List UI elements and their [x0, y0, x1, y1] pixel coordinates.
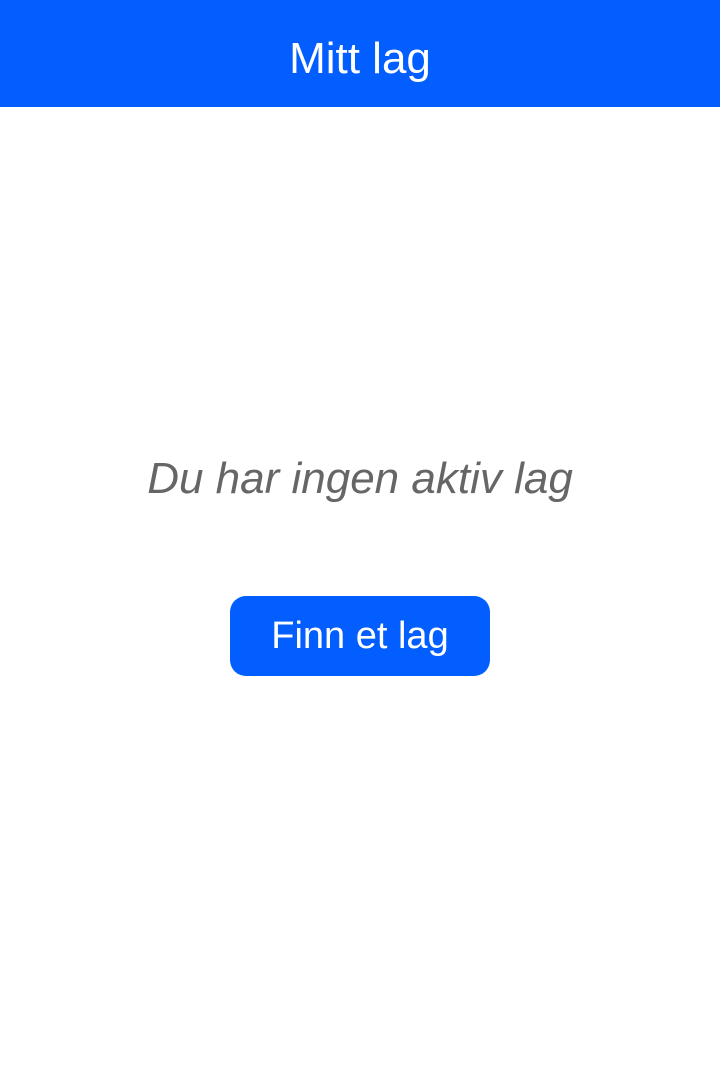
app-header: Mitt lag	[0, 0, 720, 107]
page-title: Mitt lag	[289, 33, 431, 83]
app-screen: Mitt lag Du har ingen aktiv lag Finn et …	[0, 0, 720, 1072]
empty-state-message: Du har ingen aktiv lag	[147, 454, 573, 503]
find-team-button[interactable]: Finn et lag	[230, 596, 490, 676]
